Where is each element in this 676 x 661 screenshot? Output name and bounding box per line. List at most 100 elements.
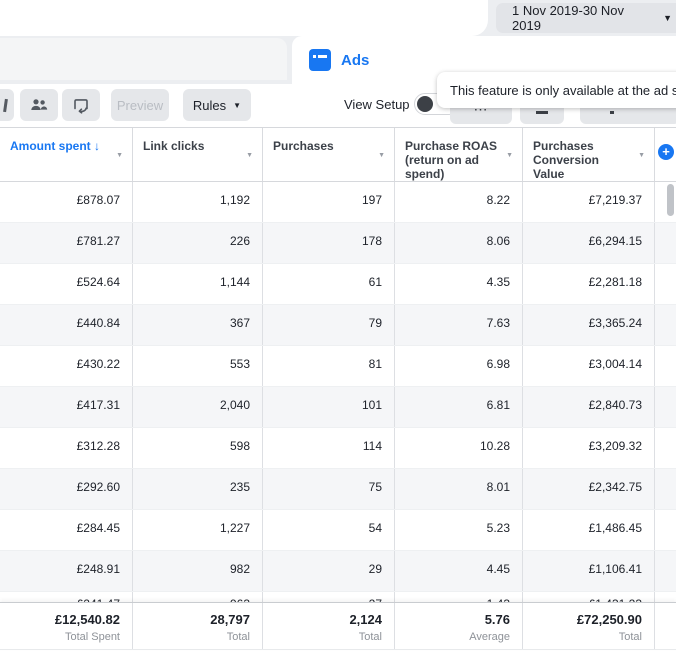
cell-purchases: 54 [263,510,395,550]
audience-button[interactable] [20,89,58,121]
cell-amount-spent: £312.28 [0,428,133,468]
cell-purchase-roas: 6.81 [395,387,523,427]
row-stub-cell [655,551,676,591]
cell-purchases: 178 [263,223,395,263]
ab-test-button[interactable] [62,89,100,121]
cell-purchases: 114 [263,428,395,468]
cell-amount-spent: £241.47 [0,592,133,602]
total-purchases-conversion-value: £72,250.90 Total [523,603,655,649]
total-label: Total Spent [64,631,120,643]
row-stub-cell [655,223,676,263]
cell-amount-spent: £284.45 [0,510,133,550]
totals-stub-cell [655,603,676,649]
edit-button-partial[interactable] [0,89,14,121]
total-value: £72,250.90 [576,612,642,627]
add-column-button[interactable]: + [658,144,674,160]
column-header-label: Link clicks [143,139,205,153]
total-purchases: 2,124 Total [263,603,395,649]
cell-purchases-conversion-value: £3,209.32 [523,428,655,468]
total-label: Total [618,631,642,643]
cell-amount-spent: £781.27 [0,223,133,263]
topbar-white-panel [0,0,488,36]
cell-purchases-conversion-value: £1,486.45 [523,510,655,550]
view-setup-label: View Setup [344,97,410,112]
cell-purchases-conversion-value: £3,004.14 [523,346,655,386]
cell-purchases: 75 [263,469,395,509]
column-header-label: Purchases [273,139,334,153]
cell-amount-spent: £417.31 [0,387,133,427]
cell-link-clicks: 963 [133,592,263,602]
cell-purchase-roas: 5.23 [395,510,523,550]
tooltip-text: This feature is only available at the ad… [450,82,676,98]
cell-purchases-conversion-value: £1,431.23 [523,592,655,602]
cell-amount-spent: £524.64 [0,264,133,304]
cell-purchases-conversion-value: £2,342.75 [523,469,655,509]
cell-purchases: 29 [263,551,395,591]
table-row: £292.60 235 75 8.01 £2,342.75 [0,469,676,510]
total-value: £12,540.82 [54,612,120,627]
date-caret-icon: ▼ [663,13,672,23]
column-menu-caret-icon[interactable]: ▼ [378,149,385,163]
table-row: £248.91 982 29 4.45 £1,106.41 [0,551,676,592]
column-menu-caret-icon[interactable]: ▼ [506,149,513,163]
cell-amount-spent: £440.84 [0,305,133,345]
cell-link-clicks: 598 [133,428,263,468]
table-row-clipped: £241.47963271.43£1,431.23 [0,592,676,602]
cell-purchases: 79 [263,305,395,345]
rules-label: Rules [192,97,227,113]
cell-link-clicks: 553 [133,346,263,386]
table-row: £284.45 1,227 54 5.23 £1,486.45 [0,510,676,551]
cell-link-clicks: 982 [133,551,263,591]
cell-purchase-roas: 8.01 [395,469,523,509]
table-row: £417.31 2,040 101 6.81 £2,840.73 [0,387,676,428]
table-header-row: Amount spent ↓ ▼ Link clicks ▼ Purchases ▼ Pur… [0,127,676,182]
cell-purchases-conversion-value: £6,294.15 [523,223,655,263]
column-header-purchases-conversion-value[interactable]: Purchases Conversion Value ▼ [523,128,655,181]
tab-card-left-partial[interactable] [0,38,287,80]
column-header-purchase-roas[interactable]: Purchase ROAS (return on ad spend) ▼ [395,128,523,181]
ads-manager-screen: 1 Nov 2019-30 Nov 2019 ▼ Ads Preview Rul… [0,0,676,661]
totals-row: £12,540.82 Total Spent 28,797 Total 2,124 Tot… [0,602,676,650]
total-purchase-roas: 5.76 Average [395,603,523,649]
table-row: £781.27 226 178 8.06 £6,294.15 [0,223,676,264]
preview-label: Preview [116,97,164,113]
cell-purchase-roas: 10.28 [395,428,523,468]
feature-tooltip: This feature is only available at the ad… [437,72,676,108]
cell-amount-spent: £878.07 [0,182,133,222]
cell-purchases: 81 [263,346,395,386]
row-stub-cell [655,428,676,468]
column-menu-caret-icon[interactable]: ▼ [246,149,253,163]
row-stub-cell [655,346,676,386]
cell-link-clicks: 226 [133,223,263,263]
people-icon [31,99,48,110]
column-header-amount-spent[interactable]: Amount spent ↓ ▼ [0,128,133,181]
cell-purchase-roas: 7.63 [395,305,523,345]
cell-link-clicks: 2,040 [133,387,263,427]
row-stub-cell [655,592,676,602]
pencil-icon [3,98,8,112]
row-stub-cell [655,305,676,345]
cell-purchases: 101 [263,387,395,427]
column-header-link-clicks[interactable]: Link clicks ▼ [133,128,263,181]
column-header-label: Amount spent ↓ [10,139,100,153]
cell-purchase-roas: 4.35 [395,264,523,304]
cell-purchases: 197 [263,182,395,222]
cell-link-clicks: 1,192 [133,182,263,222]
date-range-button[interactable]: 1 Nov 2019-30 Nov 2019 ▼ [496,3,676,33]
date-range-label: 1 Nov 2019-30 Nov 2019 [512,3,625,33]
rules-button[interactable]: Rules ▼ [183,89,251,121]
preview-button[interactable]: Preview [111,89,169,121]
column-menu-caret-icon[interactable]: ▼ [116,149,123,163]
table-body: £878.07 1,192 197 8.22 £7,219.37 £781.27 226 17… [0,182,676,602]
column-header-label: Purchase ROAS (return on ad spend) [405,139,498,181]
cell-purchase-roas: 8.22 [395,182,523,222]
total-label: Total [358,631,382,643]
ads-icon [309,49,331,71]
table-row: £878.07 1,192 197 8.22 £7,219.37 [0,182,676,223]
cell-link-clicks: 1,144 [133,264,263,304]
column-header-purchases[interactable]: Purchases ▼ [263,128,395,181]
cell-purchases-conversion-value: £7,219.37 [523,182,655,222]
chart-bar-icon [536,111,548,114]
vertical-scrollbar-thumb[interactable] [667,184,674,216]
column-menu-caret-icon[interactable]: ▼ [638,149,645,163]
